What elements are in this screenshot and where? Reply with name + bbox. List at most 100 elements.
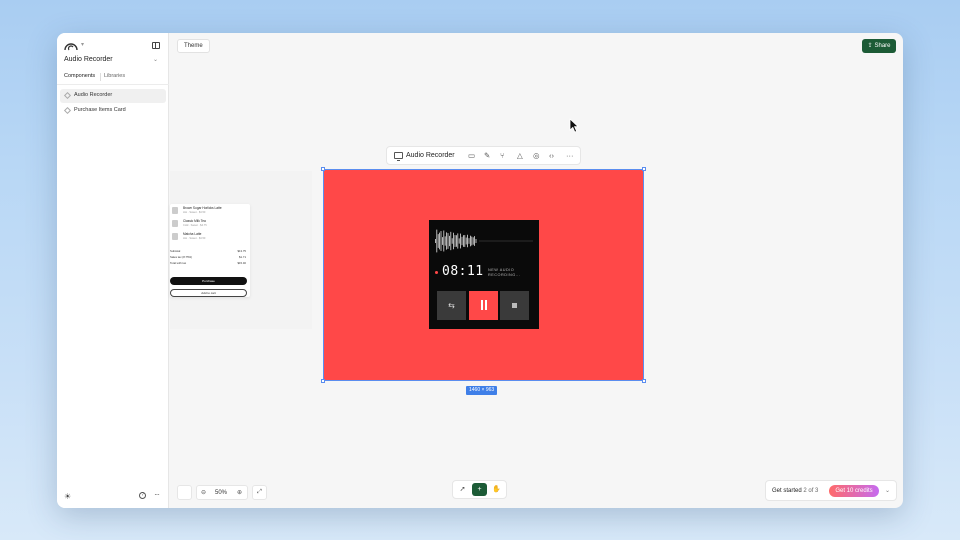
globe-icon[interactable]: ◎ — [533, 151, 540, 160]
zoom-out-icon[interactable]: ⊖ — [201, 489, 206, 496]
tab-components[interactable]: Components — [64, 73, 95, 79]
chevron-down-icon[interactable]: ⌄ — [885, 487, 890, 494]
component-icon — [63, 106, 72, 115]
list-item: Matcha Latte Hot · Sweet · $4.50 — [172, 232, 248, 244]
waveform-bar — [443, 230, 445, 252]
zoom-group: ⊖ 50% ⊕ — [196, 485, 248, 500]
get-started-text: Get started 2 of 3 — [772, 488, 818, 494]
pencil-icon[interactable]: ✎ — [484, 151, 490, 160]
get-credits-button[interactable]: Get 10 credits — [829, 485, 879, 497]
tax-row: Sales tax (8.75%) $1.71 — [170, 255, 246, 259]
share-label: Share — [874, 43, 891, 49]
resize-handle[interactable] — [321, 379, 325, 383]
zoom-in-icon[interactable]: ⊕ — [237, 489, 242, 496]
chevron-down-icon[interactable]: ▾ — [81, 41, 84, 48]
waveform-bar — [447, 233, 449, 249]
waveform-bar — [442, 237, 443, 245]
waveform-bar — [468, 238, 470, 244]
component-icon — [63, 91, 72, 100]
product-details: Hot · Sweet · $4.50 — [183, 236, 206, 240]
total-row: Total with tax $15.46 — [170, 261, 246, 265]
selected-frame[interactable]: 08:11 NEW AUDIO RECORDING... ⇆ — [321, 167, 646, 383]
recording-label: NEW AUDIO RECORDING... — [488, 268, 521, 277]
more-icon[interactable]: ··· — [154, 490, 160, 499]
add-to-cart-button[interactable]: Add to cart — [170, 289, 247, 297]
get-started-widget[interactable]: Get started 2 of 3 Get 10 credits ⌄ — [765, 480, 897, 501]
waveform-bar — [454, 235, 456, 247]
purchase-button[interactable]: Purchase — [170, 277, 247, 285]
project-chevron-icon[interactable]: ⌄ — [153, 56, 158, 63]
more-icon[interactable]: ··· — [566, 151, 574, 160]
sidebar-toggle-icon[interactable] — [152, 42, 160, 49]
minimap-toggle[interactable] — [177, 485, 192, 500]
frame-toolbar: Audio Recorder ▭ ✎ ⑂ △ ◎ ‹› ··· — [386, 146, 581, 165]
share-icon: ⇪ — [867, 43, 873, 49]
row-label: Subtotal — [170, 249, 181, 253]
comment-icon[interactable]: ▭ — [468, 151, 475, 160]
resize-handle[interactable] — [321, 167, 325, 171]
waveform-bar — [471, 236, 473, 246]
product-details: Cold · Sweet · $4.75 — [183, 223, 207, 227]
waveform-bar — [475, 238, 477, 244]
branch-icon[interactable]: ⑂ — [500, 151, 505, 160]
sidebar-item-audio-recorder[interactable]: Audio Recorder — [60, 89, 166, 103]
waveform-bar — [460, 233, 461, 249]
sidebar-item-label: Purchase Items Card — [74, 107, 126, 113]
zoom-level[interactable]: 50% — [215, 490, 227, 496]
app-window: ▾ Audio Recorder ⌄ Components Libraries … — [57, 33, 903, 508]
project-name[interactable]: Audio Recorder — [64, 56, 113, 63]
resize-handle[interactable] — [642, 167, 646, 171]
stop-button[interactable] — [500, 291, 529, 320]
shapes-icon[interactable]: △ — [517, 151, 523, 160]
waveform-bar — [450, 231, 452, 251]
waveform-bar — [451, 238, 453, 244]
resize-handle[interactable] — [642, 379, 646, 383]
recording-timer: 08:11 — [442, 264, 484, 279]
waveform-bar — [461, 236, 463, 246]
sidebar-tabs: Components Libraries — [57, 71, 169, 85]
waveform-bar — [474, 236, 475, 246]
code-icon[interactable]: ‹› — [549, 151, 554, 160]
waveform-bar — [449, 235, 450, 247]
row-value: $1.71 — [239, 255, 246, 259]
theme-toggle-icon[interactable]: ☀ — [64, 492, 71, 501]
waveform-bar — [463, 235, 464, 247]
product-name: Brown Sugar Horlicks Latte — [183, 206, 222, 210]
waveform-bar — [457, 233, 459, 249]
sidebar-item-label: Audio Recorder — [74, 92, 113, 98]
help-icon[interactable]: ? — [139, 492, 146, 499]
tab-libraries[interactable]: Libraries — [104, 73, 125, 79]
waveform-bar — [467, 234, 468, 248]
swap-icon: ⇆ — [448, 301, 455, 310]
dimension-label: 1460 × 963 — [466, 386, 498, 395]
logo-icon[interactable] — [64, 41, 78, 51]
waveform-bar — [444, 236, 446, 246]
waveform-bar — [440, 231, 442, 251]
product-name: Matcha Latte — [183, 232, 202, 236]
purchase-card: Brown Sugar Horlicks Latte Hot · Sweet ·… — [170, 204, 250, 297]
audio-recorder: 08:11 NEW AUDIO RECORDING... ⇆ — [429, 220, 539, 329]
canvas-tools: ➚ + ✋ — [452, 480, 507, 499]
add-tool-icon[interactable]: + — [472, 483, 487, 496]
get-started-label: Get started — [772, 488, 802, 494]
artboard: 08:11 NEW AUDIO RECORDING... ⇆ — [324, 170, 643, 380]
pause-button[interactable] — [469, 291, 498, 320]
share-button[interactable]: ⇪ Share — [862, 39, 896, 53]
row-value: $15.46 — [237, 261, 246, 265]
waveform — [435, 229, 533, 253]
swap-button[interactable]: ⇆ — [437, 291, 466, 320]
sidebar-item-purchase-items-card[interactable]: Purchase Items Card — [60, 104, 166, 118]
list-item: Classic Milk Tea Cold · Sweet · $4.75 — [172, 219, 248, 231]
row-label: Sales tax (8.75%) — [170, 255, 193, 259]
frame-title[interactable]: Audio Recorder — [406, 152, 455, 159]
theme-button[interactable]: Theme — [177, 39, 210, 53]
hand-tool-icon[interactable]: ✋ — [489, 483, 504, 496]
waveform-bar — [435, 239, 436, 243]
fit-screen-icon[interactable]: ⤢ — [252, 485, 267, 500]
subtotal-row: Subtotal $13.75 — [170, 249, 246, 253]
select-tool-icon[interactable]: ➚ — [455, 483, 470, 496]
purchase-items-card-preview[interactable]: Brown Sugar Horlicks Latte Hot · Sweet ·… — [170, 171, 312, 329]
waveform-bar — [437, 234, 439, 248]
monitor-icon — [394, 152, 403, 161]
waveform-bar — [439, 232, 440, 250]
